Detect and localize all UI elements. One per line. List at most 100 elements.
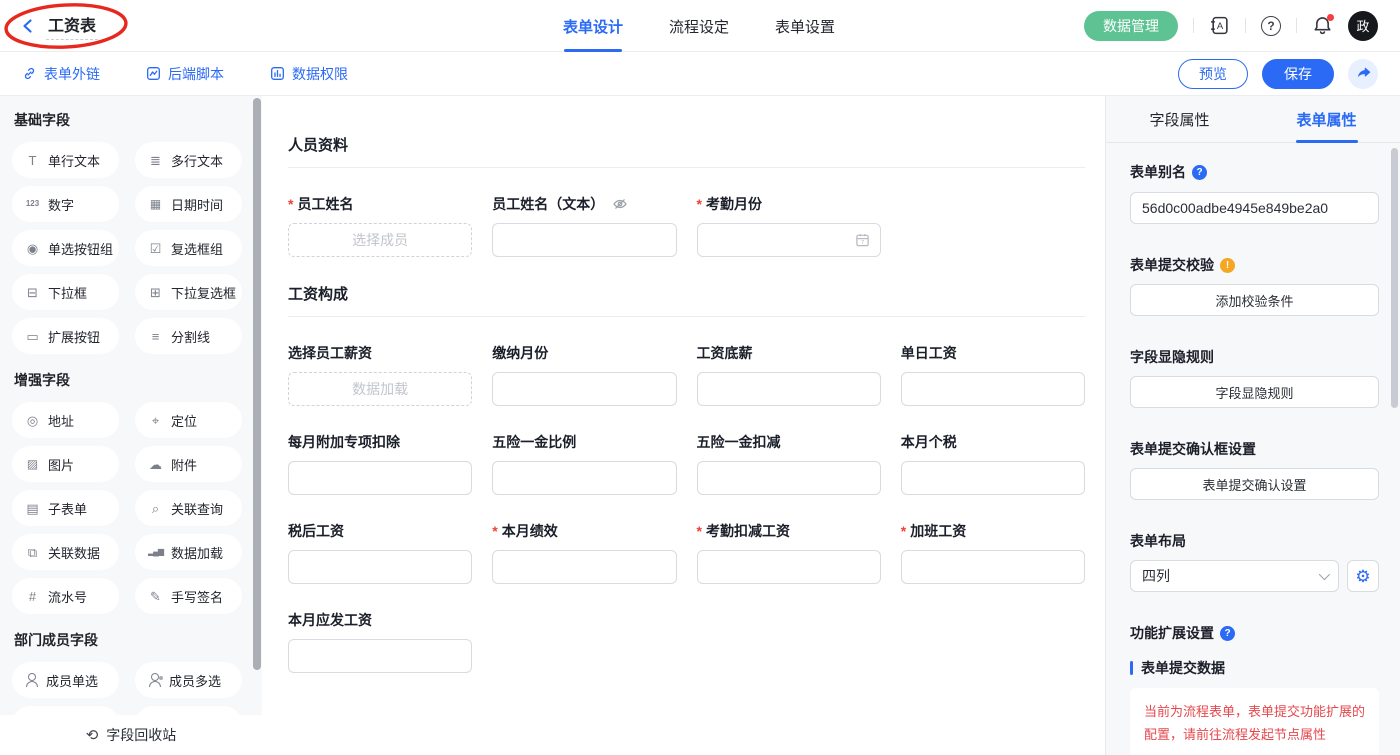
form-alias-label: 表单别名 ?: [1130, 162, 1379, 182]
back-icon[interactable]: [20, 18, 36, 34]
tab-form-setting[interactable]: 表单设置: [775, 0, 835, 52]
avatar[interactable]: 政: [1348, 11, 1378, 41]
form-field[interactable]: 缴纳月份: [492, 343, 676, 406]
field-item-extend-button[interactable]: ▭扩展按钮: [12, 318, 119, 354]
submit-confirm-label: 表单提交确认框设置: [1130, 439, 1379, 459]
field-visibility-button[interactable]: 字段显隐规则: [1130, 376, 1379, 408]
panel-scrollbar[interactable]: [1391, 148, 1398, 408]
field-input[interactable]: [492, 550, 676, 584]
field-item-radio-group[interactable]: ◉单选按钮组: [12, 230, 119, 266]
submit-data-warning-card: 当前为流程表单，表单提交功能扩展的配置，请前往流程发起节点属性: [1130, 688, 1379, 755]
share-button[interactable]: [1348, 59, 1378, 89]
divider-icon: ≡: [147, 330, 164, 343]
field-item-datetime[interactable]: ▦日期时间: [135, 186, 242, 222]
data-permission-button[interactable]: 数据权限: [270, 64, 348, 84]
calendar-icon[interactable]: 7: [855, 233, 870, 248]
field-item-image[interactable]: ▨图片: [12, 446, 119, 482]
field-item-divider[interactable]: ≡分割线: [135, 318, 242, 354]
form-alias-input[interactable]: [1130, 192, 1379, 224]
field-item-member-single[interactable]: 成员单选: [12, 662, 119, 698]
form-field[interactable]: 工资底薪: [697, 343, 881, 406]
attachment-icon: ☁: [147, 458, 164, 471]
form-field[interactable]: 员工姓名（文本）: [492, 194, 676, 257]
layout-gear-button[interactable]: ⚙: [1347, 560, 1379, 592]
linked-query-icon: ⌕: [147, 502, 164, 515]
field-input[interactable]: [288, 639, 472, 673]
field-item-subform[interactable]: ▤子表单: [12, 490, 119, 526]
form-field[interactable]: 每月附加专项扣除: [288, 432, 472, 495]
question-badge-icon[interactable]: ?: [1220, 626, 1235, 641]
form-field[interactable]: 五险一金比例: [492, 432, 676, 495]
field-label: 工资底薪: [697, 343, 881, 363]
form-field[interactable]: 五险一金扣减: [697, 432, 881, 495]
question-badge-icon[interactable]: ?: [1192, 165, 1207, 180]
help-icon[interactable]: ?: [1261, 16, 1281, 36]
field-input[interactable]: [697, 461, 881, 495]
form-field[interactable]: 选择员工薪资数据加载: [288, 343, 472, 406]
layout-select[interactable]: 四列: [1130, 560, 1339, 592]
field-item-attachment[interactable]: ☁附件: [135, 446, 242, 482]
warning-badge-icon[interactable]: !: [1220, 258, 1235, 273]
form-title[interactable]: 工资表: [46, 12, 98, 40]
field-item-member-multi[interactable]: 成员多选: [135, 662, 242, 698]
preview-button[interactable]: 预览: [1178, 59, 1248, 89]
field-item-single-line-text[interactable]: T单行文本: [12, 142, 119, 178]
field-item-select[interactable]: ⊟下拉框: [12, 274, 119, 310]
backend-script-button[interactable]: 后端脚本: [146, 64, 224, 84]
field-input[interactable]: [492, 223, 676, 257]
field-item-signature[interactable]: ✎手写签名: [135, 578, 242, 614]
sidebar-scrollbar[interactable]: [253, 98, 261, 670]
external-link-button[interactable]: 表单外链: [22, 64, 100, 84]
field-item-location[interactable]: ⌖定位: [135, 402, 242, 438]
form-field[interactable]: *考勤扣减工资: [697, 521, 881, 584]
tab-flow-setting[interactable]: 流程设定: [669, 0, 729, 52]
field-input[interactable]: 选择成员: [288, 223, 472, 257]
field-input[interactable]: [492, 372, 676, 406]
tab-form-properties[interactable]: 表单属性: [1253, 96, 1400, 142]
form-design-canvas[interactable]: 人员资料*员工姓名选择成员员工姓名（文本）*考勤月份7工资构成选择员工薪资数据加…: [262, 96, 1105, 755]
field-input[interactable]: [901, 372, 1085, 406]
field-item-address[interactable]: ◎地址: [12, 402, 119, 438]
form-field[interactable]: *本月绩效: [492, 521, 676, 584]
field-input[interactable]: [697, 550, 881, 584]
field-item-checkbox-group[interactable]: ☑复选框组: [135, 230, 242, 266]
field-item-multi-select[interactable]: ⊞下拉复选框: [135, 274, 242, 310]
divider: [1193, 18, 1194, 33]
field-input[interactable]: 7: [697, 223, 881, 257]
form-field[interactable]: *员工姓名选择成员: [288, 194, 472, 257]
field-item-label: 下拉复选框: [171, 283, 236, 302]
field-item-number[interactable]: 123数字: [12, 186, 119, 222]
field-input[interactable]: [697, 372, 881, 406]
field-item-linked-data[interactable]: ⧉关联数据: [12, 534, 119, 570]
field-item-linked-query[interactable]: ⌕关联查询: [135, 490, 242, 526]
form-field[interactable]: *加班工资: [901, 521, 1085, 584]
tab-form-design[interactable]: 表单设计: [563, 0, 623, 52]
field-item-multi-line-text[interactable]: ≣多行文本: [135, 142, 242, 178]
field-item-data-load[interactable]: ▂▄▆数据加载: [135, 534, 242, 570]
address-book-icon[interactable]: A: [1209, 15, 1230, 36]
field-input[interactable]: 数据加载: [288, 372, 472, 406]
tab-field-properties[interactable]: 字段属性: [1106, 96, 1253, 142]
field-item-label: 单行文本: [48, 151, 100, 170]
divider: [1296, 18, 1297, 33]
form-field[interactable]: 本月个税: [901, 432, 1085, 495]
form-field[interactable]: 税后工资: [288, 521, 472, 584]
submit-confirm-button[interactable]: 表单提交确认设置: [1130, 468, 1379, 500]
form-field[interactable]: *考勤月份7: [697, 194, 881, 257]
field-item-serial-number[interactable]: #流水号: [12, 578, 119, 614]
notification-bell-icon[interactable]: [1312, 15, 1333, 36]
field-input[interactable]: [492, 461, 676, 495]
field-input[interactable]: [901, 461, 1085, 495]
required-asterisk: *: [697, 523, 702, 539]
field-recycle-bin-button[interactable]: ⟲ 字段回收站: [0, 715, 262, 755]
data-manage-button[interactable]: 数据管理: [1084, 11, 1178, 41]
field-item-label: 流水号: [48, 587, 87, 606]
form-field[interactable]: 本月应发工资: [288, 610, 472, 673]
field-input[interactable]: [288, 461, 472, 495]
field-input[interactable]: [288, 550, 472, 584]
form-field[interactable]: 单日工资: [901, 343, 1085, 406]
field-input[interactable]: [901, 550, 1085, 584]
add-validation-button[interactable]: 添加校验条件: [1130, 284, 1379, 316]
hidden-eye-icon[interactable]: [612, 196, 628, 212]
save-button[interactable]: 保存: [1262, 59, 1334, 89]
